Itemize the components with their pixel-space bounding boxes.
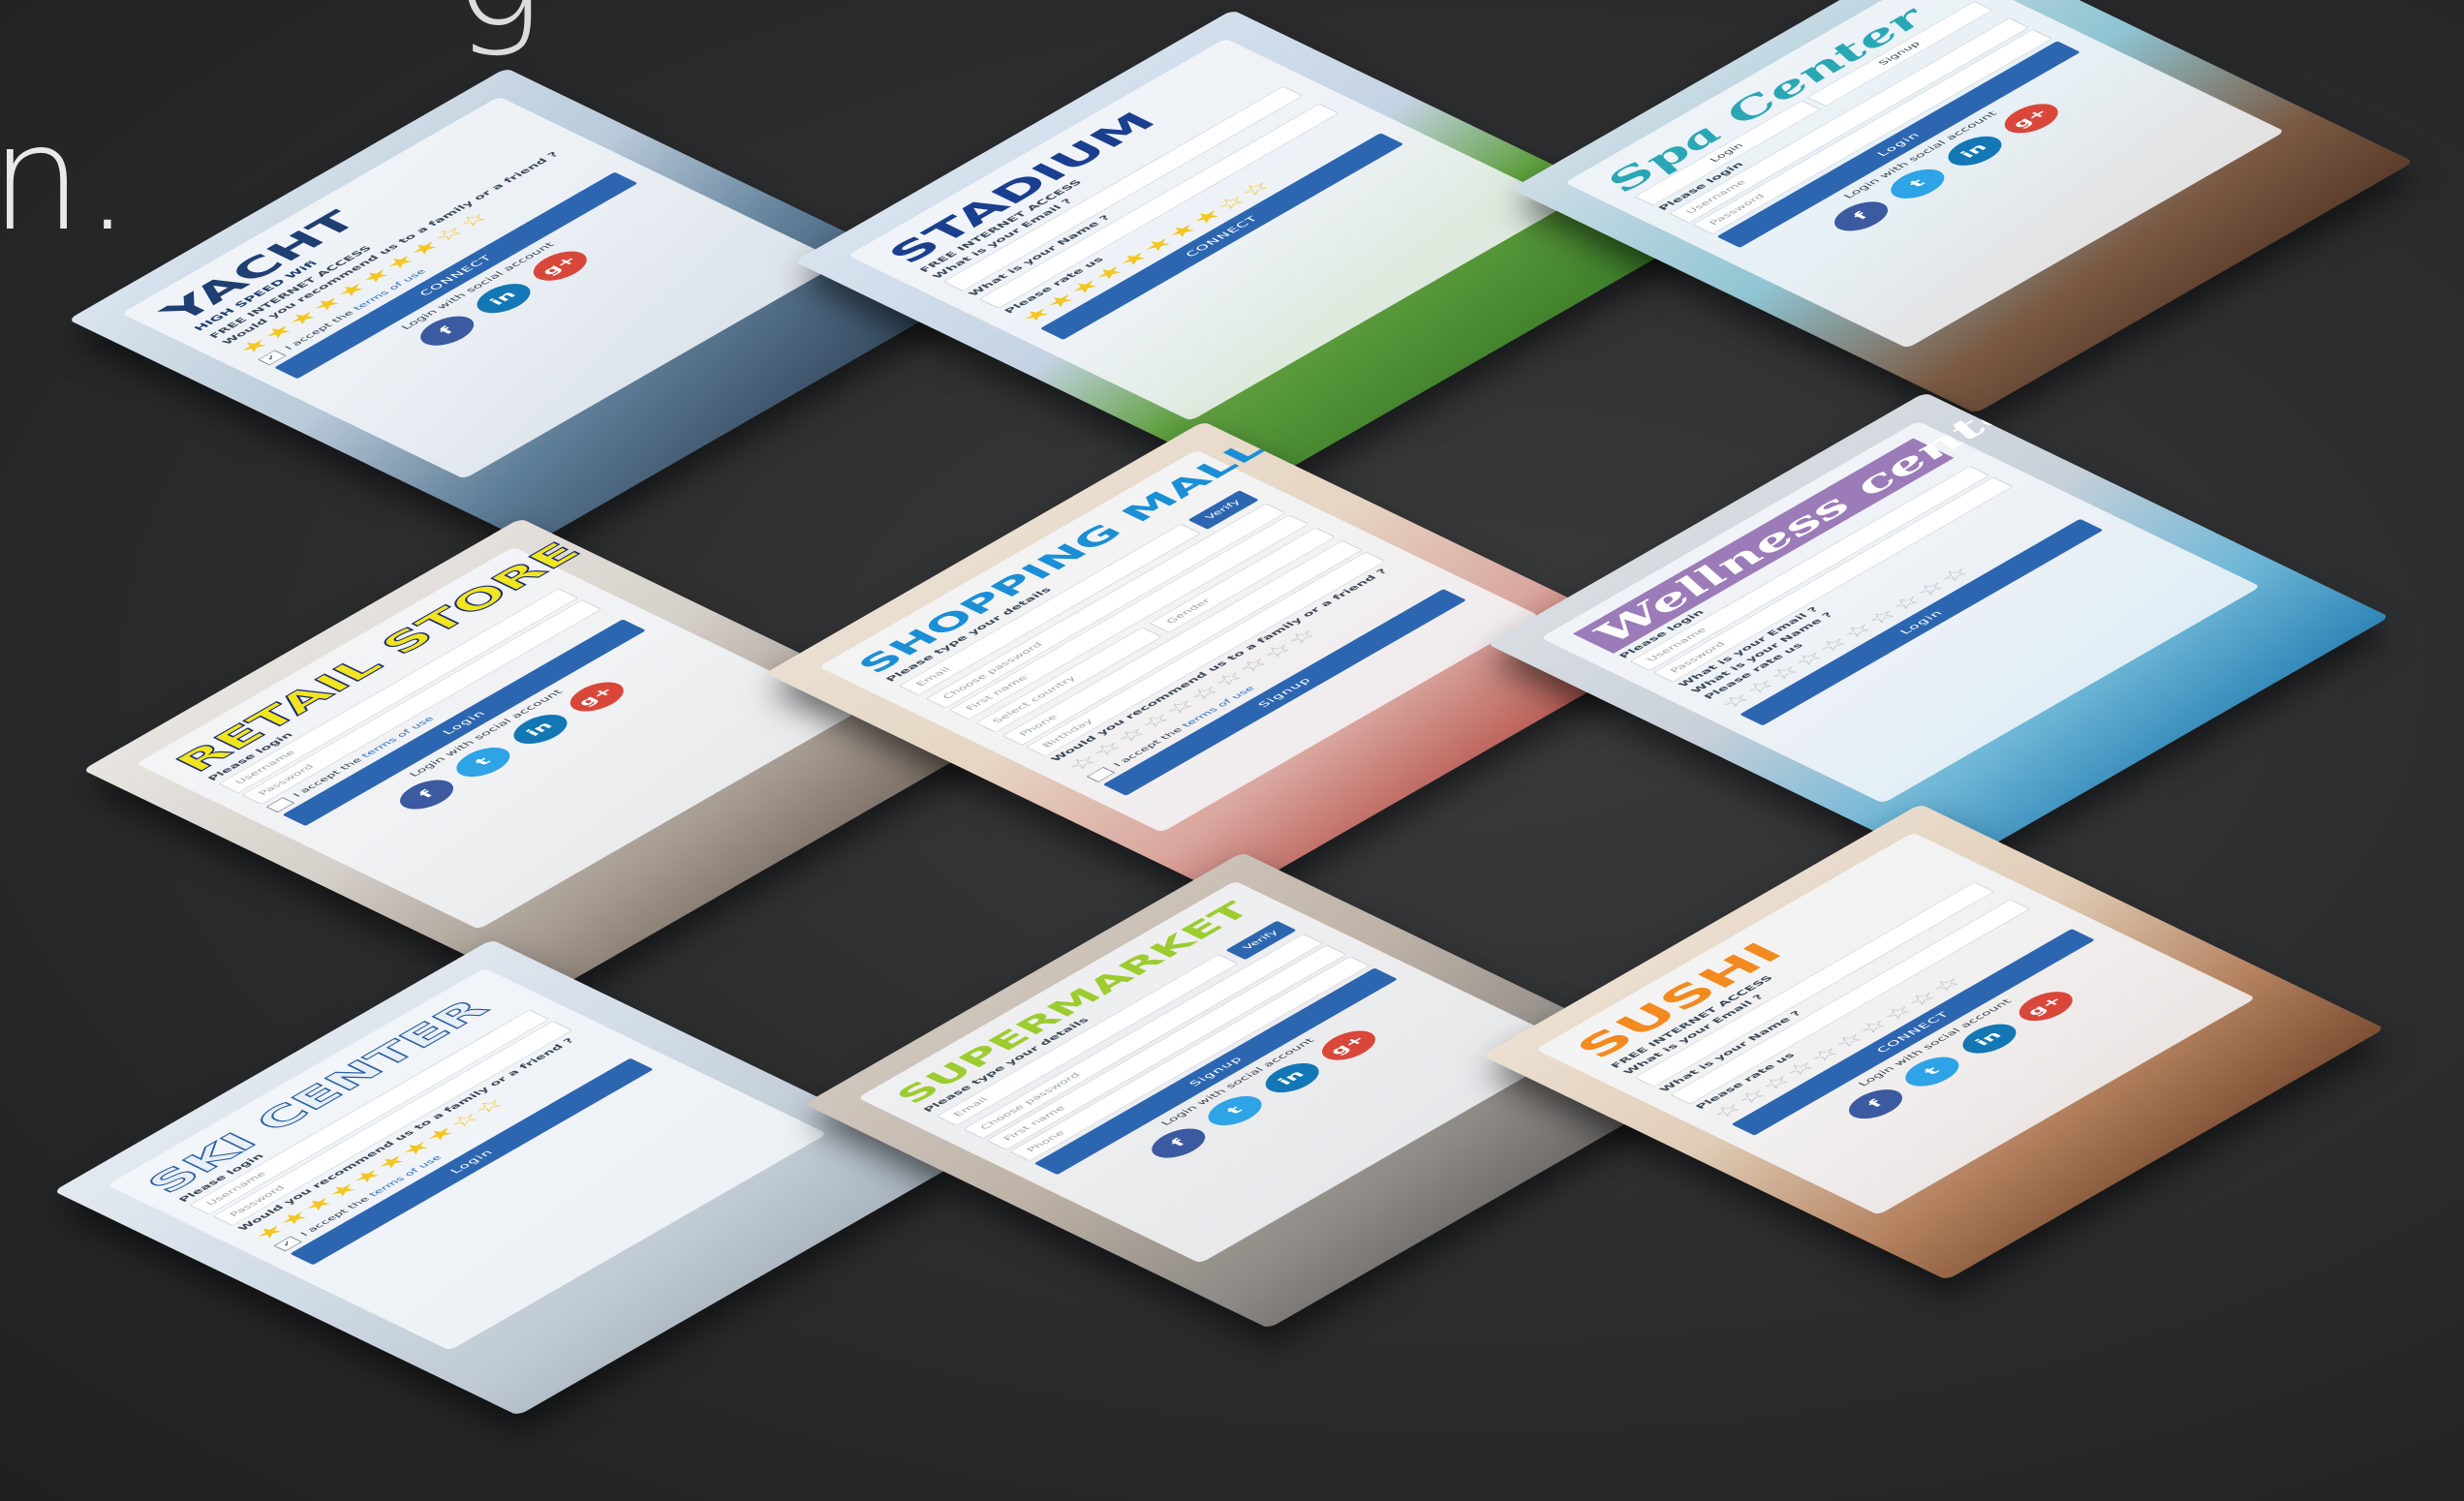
retail-store-login-card: RETAIL STORE Please login Username Passw… xyxy=(82,518,986,995)
headline-fragment: n. xyxy=(0,95,133,263)
showcase-stage: g n. YACHT HIGH SPEED Wifi FREE INTERNET… xyxy=(0,0,2464,1501)
stadium-rate-label: Please rate us xyxy=(1001,256,1107,316)
stadium-login-card: STADIUM FREE INTERNET ACCESS What is you… xyxy=(794,10,1698,486)
sushi-login-card: SUSHI FREE INTERNET ACCESS What is your … xyxy=(1482,804,2386,1280)
ski-center-login-card: SKI CENTER Please login Username Passwor… xyxy=(53,939,957,1416)
spa-login-card: Spa Center Login Signup Please login Use… xyxy=(1511,0,2415,414)
wellness-center-login-card: Wellness center Please login Username Pa… xyxy=(1487,392,2390,869)
yacht-login-card: YACHT HIGH SPEED Wifi FREE INTERNET ACCE… xyxy=(68,68,971,544)
headline-fragment-top: g xyxy=(455,0,544,48)
